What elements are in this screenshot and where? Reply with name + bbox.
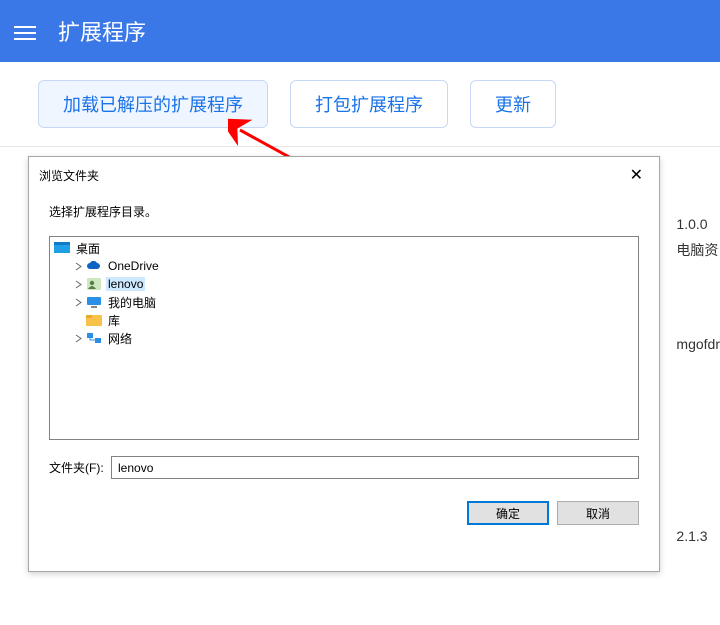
tree-node[interactable]: 库	[72, 311, 634, 329]
cloud-icon	[86, 259, 102, 273]
tree-node-label: 库	[106, 312, 122, 329]
dialog-titlebar: 浏览文件夹 ✕	[29, 157, 659, 193]
chevron-right-icon[interactable]	[72, 332, 84, 344]
chevron-right-icon[interactable]	[72, 260, 84, 272]
page-title: 扩展程序	[58, 15, 146, 47]
fragment-version-2: 2.1.3	[676, 528, 720, 544]
menu-icon[interactable]	[14, 22, 36, 40]
tree-node-label: 我的电脑	[106, 294, 158, 311]
browse-folder-dialog: 浏览文件夹 ✕ 选择扩展程序目录。 桌面 OneDrive lenovo 我的电脑库…	[28, 156, 660, 572]
folder-field-row: 文件夹(F):	[49, 456, 639, 479]
pc-icon	[86, 295, 102, 309]
ok-button[interactable]: 确定	[467, 501, 549, 525]
tree-node-desktop[interactable]: 桌面	[54, 239, 634, 257]
chevron-right-icon[interactable]	[72, 296, 84, 308]
tree-node[interactable]: 我的电脑	[72, 293, 634, 311]
update-button[interactable]: 更新	[470, 80, 556, 128]
tree-node-label: 桌面	[74, 240, 102, 257]
folder-field-label: 文件夹(F):	[49, 459, 111, 476]
tree-node-label: 网络	[106, 330, 134, 347]
fragment-text-1: 电脑资	[676, 240, 720, 260]
pack-extension-button[interactable]: 打包扩展程序	[290, 80, 448, 128]
folder-input[interactable]	[111, 456, 639, 479]
background-fragments: 1.0.0 电脑资 mgofdr 2.1.3	[676, 208, 720, 552]
dialog-title: 浏览文件夹	[39, 167, 99, 184]
chevron-right-icon[interactable]	[72, 278, 84, 290]
app-header: 扩展程序	[0, 0, 720, 62]
load-unpacked-button[interactable]: 加载已解压的扩展程序	[38, 80, 268, 128]
dialog-buttons: 确定 取消	[29, 479, 659, 539]
dialog-instruction: 选择扩展程序目录。	[29, 193, 659, 236]
folder-tree[interactable]: 桌面 OneDrive lenovo 我的电脑库网络	[49, 236, 639, 440]
close-icon[interactable]: ✕	[624, 163, 649, 187]
tree-node-label: lenovo	[106, 277, 145, 291]
fragment-id: mgofdr	[676, 336, 720, 352]
net-icon	[86, 331, 102, 345]
fragment-version-1: 1.0.0	[676, 216, 720, 232]
tree-node[interactable]: 网络	[72, 329, 634, 347]
desktop-icon	[54, 241, 70, 255]
tree-node[interactable]: lenovo	[72, 275, 634, 293]
tree-node-label: OneDrive	[106, 259, 161, 273]
toolbar: 加载已解压的扩展程序 打包扩展程序 更新	[0, 62, 720, 147]
chevron-right-icon[interactable]	[72, 314, 84, 326]
cancel-button[interactable]: 取消	[557, 501, 639, 525]
lib-icon	[86, 313, 102, 327]
tree-node[interactable]: OneDrive	[72, 257, 634, 275]
user-icon	[86, 277, 102, 291]
